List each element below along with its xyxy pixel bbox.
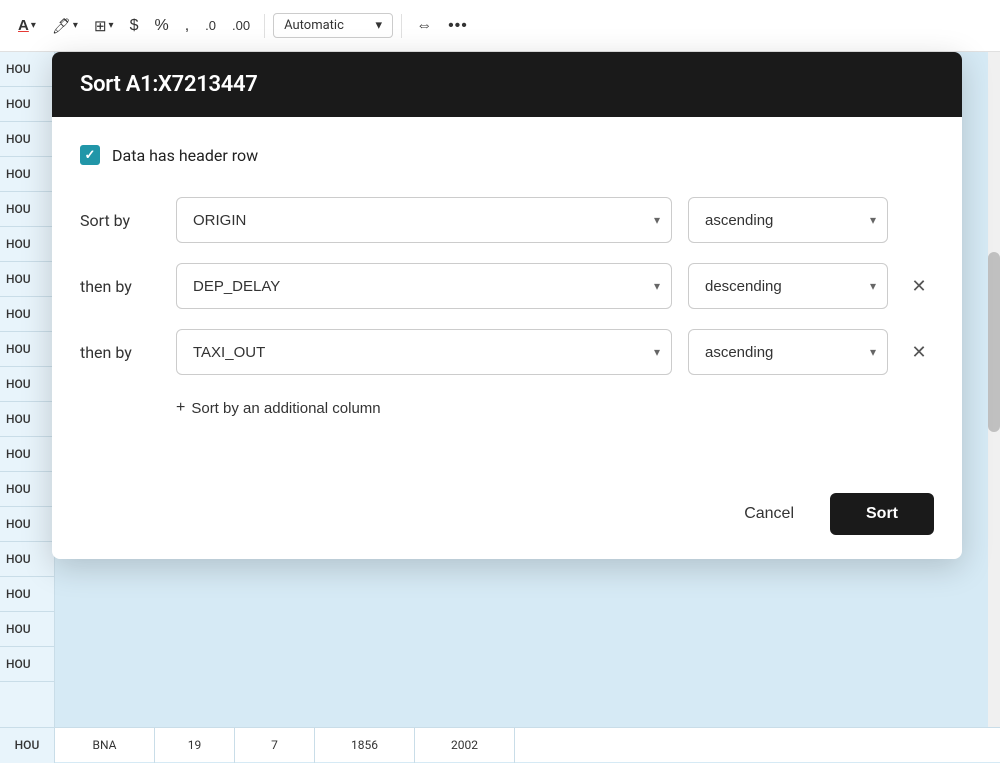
- sort-order-3-select[interactable]: ascending descending: [688, 329, 888, 375]
- decrease-decimal-button[interactable]: .0: [199, 14, 222, 37]
- sort-column-1-select[interactable]: ORIGIN DEP_DELAY TAXI_OUT DEST ARR_DELAY: [176, 197, 672, 243]
- cell-row: HOU: [0, 437, 54, 472]
- plus-icon: +: [176, 399, 185, 417]
- sort-by-label: Sort by: [80, 211, 160, 230]
- border-icon: ⊞: [94, 17, 107, 35]
- format-dropdown-value: Automatic: [284, 18, 344, 33]
- currency-icon: $: [130, 17, 139, 35]
- dialog-title: Sort A1:X7213447: [80, 72, 934, 97]
- bottom-cell-1: HOU: [0, 728, 55, 763]
- cell-row: HOU: [0, 52, 54, 87]
- toolbar: A ▾ 🖊 ▾ ⊞ ▾ $ % , .0 .00 Automatic ▾ ⇔ •…: [0, 0, 1000, 52]
- sort-order-2-select[interactable]: descending ascending: [688, 263, 888, 309]
- decrease-decimal-icon: .0: [205, 18, 216, 33]
- cell-row: HOU: [0, 367, 54, 402]
- border-chevron: ▾: [109, 20, 114, 31]
- sort-column-3-wrapper: TAXI_OUT ORIGIN DEP_DELAY DEST ARR_DELAY…: [176, 329, 672, 375]
- sort-row-1: Sort by ORIGIN DEP_DELAY TAXI_OUT DEST A…: [80, 197, 934, 243]
- sort-order-1-select[interactable]: ascending descending: [688, 197, 888, 243]
- add-column-button[interactable]: + Sort by an additional column: [176, 395, 381, 421]
- cells-area: HOU HOU HOU HOU HOU HOU HOU HOU HOU HOU …: [0, 52, 55, 762]
- sort-order-1-wrapper: ascending descending ▾: [688, 197, 888, 243]
- font-color-chevron: ▾: [31, 20, 36, 31]
- scrollbar-thumb[interactable]: [988, 252, 1000, 432]
- bottom-cell-3: 19: [155, 728, 235, 763]
- sort-button[interactable]: Sort: [830, 493, 934, 535]
- add-column-row: + Sort by an additional column: [176, 395, 934, 421]
- header-checkbox-label: Data has header row: [112, 146, 258, 165]
- sort-row-3: then by TAXI_OUT ORIGIN DEP_DELAY DEST A…: [80, 329, 934, 375]
- sort-column-2-select[interactable]: DEP_DELAY ORIGIN TAXI_OUT DEST ARR_DELAY: [176, 263, 672, 309]
- separator-1: [264, 14, 265, 38]
- sort-column-3-select[interactable]: TAXI_OUT ORIGIN DEP_DELAY DEST ARR_DELAY: [176, 329, 672, 375]
- cell-row: HOU: [0, 192, 54, 227]
- add-column-label: Sort by an additional column: [191, 400, 380, 417]
- highlight-icon: 🖊: [52, 17, 71, 35]
- increase-decimal-button[interactable]: .00: [226, 14, 256, 37]
- cell-row: HOU: [0, 157, 54, 192]
- wrap-button[interactable]: ⇔: [410, 13, 438, 39]
- more-button[interactable]: •••: [442, 13, 474, 39]
- percent-button[interactable]: %: [148, 13, 174, 39]
- bottom-cell-2: BNA: [55, 728, 155, 763]
- sort-dialog: Sort A1:X7213447 ✓ Data has header row S…: [52, 52, 962, 559]
- bottom-cell-5: 1856: [315, 728, 415, 763]
- currency-button[interactable]: $: [124, 13, 145, 39]
- cell-row: HOU: [0, 122, 54, 157]
- cell-row: HOU: [0, 402, 54, 437]
- remove-row-3-button[interactable]: ✕: [904, 338, 934, 367]
- checkmark-icon: ✓: [85, 148, 96, 163]
- bottom-cell-4: 7: [235, 728, 315, 763]
- dialog-footer: Cancel Sort: [52, 477, 962, 559]
- cell-row: HOU: [0, 332, 54, 367]
- format-dropdown-chevron: ▾: [376, 18, 383, 33]
- sort-column-1-wrapper: ORIGIN DEP_DELAY TAXI_OUT DEST ARR_DELAY…: [176, 197, 672, 243]
- then-by-label-2: then by: [80, 343, 160, 362]
- sort-order-3-wrapper: ascending descending ▾: [688, 329, 888, 375]
- highlight-chevron: ▾: [73, 20, 78, 31]
- remove-row-2-button[interactable]: ✕: [904, 272, 934, 301]
- percent-icon: %: [154, 17, 168, 35]
- cell-row: HOU: [0, 577, 54, 612]
- dialog-body: ✓ Data has header row Sort by ORIGIN DEP…: [52, 117, 962, 477]
- cell-row: HOU: [0, 87, 54, 122]
- sort-row-2: then by DEP_DELAY ORIGIN TAXI_OUT DEST A…: [80, 263, 934, 309]
- cell-row: HOU: [0, 542, 54, 577]
- cell-row: HOU: [0, 227, 54, 262]
- bottom-row: HOU BNA 19 7 1856 2002: [0, 727, 1000, 762]
- increase-decimal-icon: .00: [232, 18, 250, 33]
- more-icon: •••: [448, 17, 468, 35]
- format-dropdown[interactable]: Automatic ▾: [273, 13, 393, 38]
- header-row-option: ✓ Data has header row: [80, 145, 934, 165]
- scrollbar[interactable]: [988, 52, 1000, 762]
- cell-row: HOU: [0, 297, 54, 332]
- cell-row: HOU: [0, 507, 54, 542]
- cancel-button[interactable]: Cancel: [724, 495, 814, 533]
- header-checkbox[interactable]: ✓: [80, 145, 100, 165]
- font-color-button[interactable]: A ▾: [12, 13, 42, 38]
- sort-order-2-wrapper: descending ascending ▾: [688, 263, 888, 309]
- font-color-icon: A: [18, 17, 29, 34]
- cell-row: HOU: [0, 472, 54, 507]
- cell-row: HOU: [0, 612, 54, 647]
- separator-2: [401, 14, 402, 38]
- cell-row: HOU: [0, 262, 54, 297]
- sort-column-2-wrapper: DEP_DELAY ORIGIN TAXI_OUT DEST ARR_DELAY…: [176, 263, 672, 309]
- comma-button[interactable]: ,: [179, 13, 195, 39]
- highlight-color-button[interactable]: 🖊 ▾: [46, 13, 84, 39]
- wrap-icon: ⇔: [416, 17, 432, 35]
- border-button[interactable]: ⊞ ▾: [88, 13, 120, 39]
- then-by-label-1: then by: [80, 277, 160, 296]
- bottom-cell-6: 2002: [415, 728, 515, 763]
- cell-row: HOU: [0, 647, 54, 682]
- dialog-header: Sort A1:X7213447: [52, 52, 962, 117]
- comma-icon: ,: [185, 17, 189, 35]
